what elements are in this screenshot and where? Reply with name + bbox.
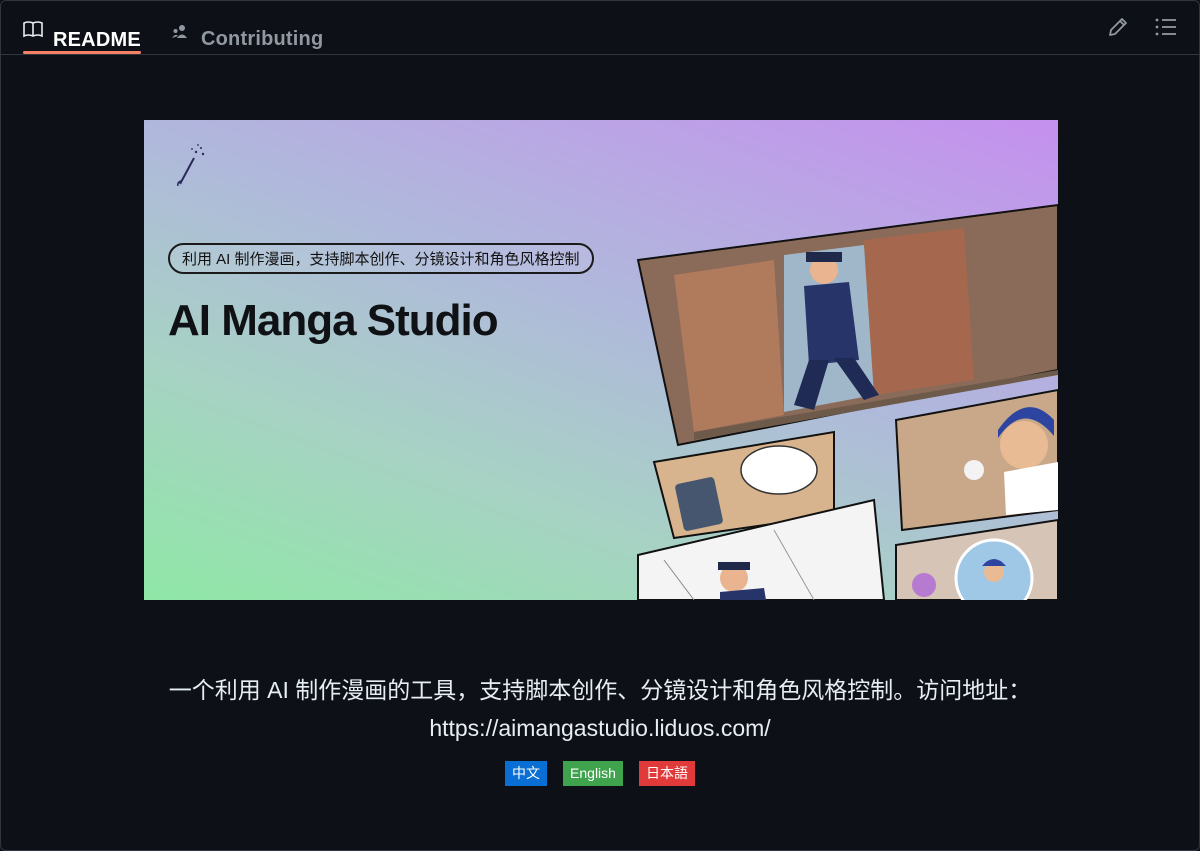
tab-bar: README Contributing	[1, 1, 1199, 55]
tab-contributing-label: Contributing	[201, 28, 324, 50]
description-line: 一个利用 AI 制作漫画的工具，支持脚本创作、分镜设计和角色风格控制。访问地址：	[168, 677, 1032, 703]
badge-chinese[interactable]: 中文	[505, 761, 548, 786]
banner-tagline: 利用 AI 制作漫画，支持脚本创作、分镜设计和角色风格控制	[168, 243, 594, 274]
book-icon	[23, 21, 43, 45]
pencil-icon	[1107, 16, 1129, 43]
banner-title: AI Manga Studio	[168, 296, 499, 345]
tab-readme[interactable]: README	[23, 15, 141, 54]
manga-panels-illustration	[636, 203, 1058, 600]
tab-contributing[interactable]: Contributing	[171, 15, 323, 53]
tab-readme-label: README	[53, 29, 141, 51]
magic-wand-icon	[174, 142, 208, 193]
project-description: 一个利用 AI 制作漫画的工具，支持脚本创作、分镜设计和角色风格控制。访问地址：…	[101, 671, 1099, 747]
readme-panel: README Contributing 利用 AI 制作漫画，支持脚本创作、分镜…	[0, 0, 1200, 851]
edit-button[interactable]	[1104, 15, 1132, 43]
language-badges: 中文 English 日本語	[1, 761, 1199, 786]
badge-english[interactable]: English	[563, 761, 623, 786]
people-icon	[171, 23, 191, 47]
project-url[interactable]: https://aimangastudio.liduos.com/	[101, 709, 1099, 747]
list-icon	[1154, 16, 1178, 43]
table-of-contents-button[interactable]	[1152, 15, 1180, 43]
badge-japanese[interactable]: 日本語	[638, 761, 695, 786]
banner-image: 利用 AI 制作漫画，支持脚本创作、分镜设计和角色风格控制 AI Manga S…	[144, 120, 1058, 600]
